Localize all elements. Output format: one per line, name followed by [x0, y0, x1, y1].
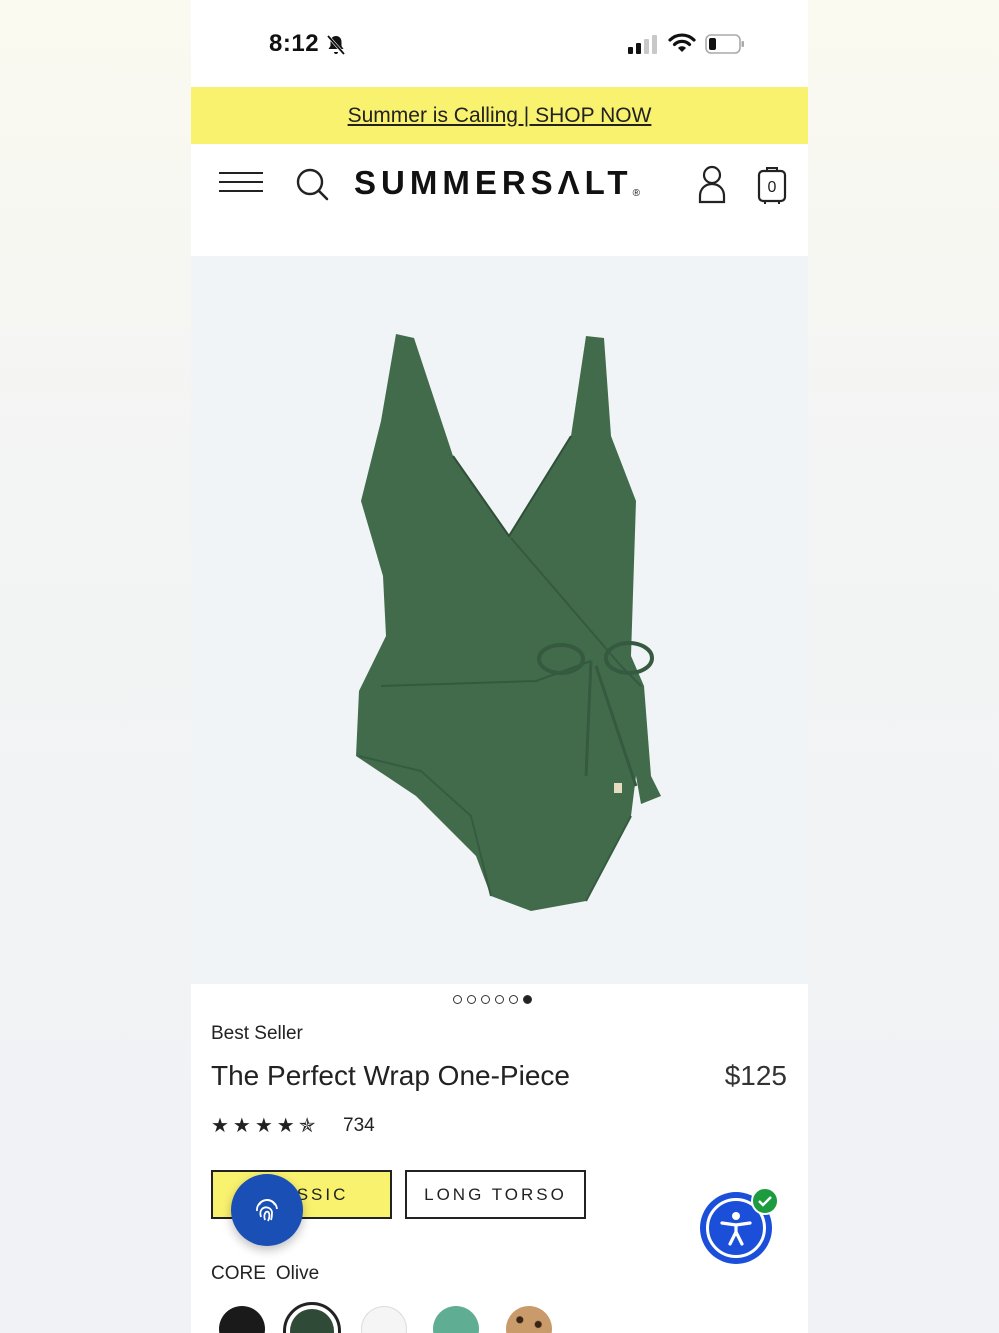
cellular-signal-icon: [628, 35, 657, 54]
rating-stars[interactable]: ★★★★✯: [211, 1113, 319, 1138]
color-collection: CORE: [211, 1263, 266, 1284]
gallery-dots: [453, 995, 532, 1004]
status-bar: 8:12: [191, 0, 808, 87]
promo-link[interactable]: Summer is Calling | SHOP NOW: [348, 104, 652, 128]
gallery-dot[interactable]: [453, 995, 462, 1004]
color-swatch-olive-selected[interactable]: [283, 1302, 341, 1333]
gallery-dot[interactable]: [467, 995, 476, 1004]
product-image[interactable]: [191, 256, 808, 984]
color-swatch-black[interactable]: [219, 1306, 265, 1333]
gallery-dot-active[interactable]: [523, 995, 532, 1004]
cart-count: 0: [768, 179, 777, 196]
search-icon[interactable]: [294, 166, 330, 202]
fit-long-torso-button[interactable]: LONG TORSO: [405, 1170, 586, 1219]
selected-color-name: Olive: [275, 1263, 320, 1284]
color-label: CORE Olive: [211, 1263, 319, 1285]
product-title: The Perfect Wrap One-Piece: [211, 1060, 570, 1091]
check-badge-icon: [751, 1187, 779, 1215]
color-swatch-leopard[interactable]: [506, 1306, 552, 1333]
menu-icon[interactable]: [219, 172, 263, 196]
color-swatch-seafoam[interactable]: [433, 1306, 479, 1333]
site-header: SUMMERSΛLT® 0: [191, 144, 808, 226]
promo-banner[interactable]: Summer is Calling | SHOP NOW: [191, 87, 808, 144]
product-price: $125: [724, 1060, 787, 1091]
gallery-dot[interactable]: [481, 995, 490, 1004]
brand-logo[interactable]: SUMMERSΛLT®: [354, 164, 640, 202]
swimsuit-image: [356, 334, 661, 911]
wifi-icon: [668, 33, 696, 52]
accessibility-icon: [720, 1212, 752, 1246]
gallery-dot[interactable]: [495, 995, 504, 1004]
color-swatch-white[interactable]: [361, 1306, 407, 1333]
battery-icon: [705, 34, 744, 54]
status-time: 8:12: [269, 30, 320, 57]
registered-mark: ®: [632, 188, 640, 199]
fingerprint-icon: [256, 1199, 278, 1222]
account-icon[interactable]: [697, 164, 727, 204]
best-seller-badge: Best Seller: [211, 1023, 303, 1044]
cart-icon[interactable]: 0: [757, 163, 787, 205]
phone-screen: 8:12 Summer is Calling | SHOP NOW SUMMER…: [191, 0, 808, 1333]
fingerprint-button[interactable]: [231, 1174, 303, 1246]
review-count[interactable]: 734: [343, 1115, 375, 1137]
bell-muted-icon: [326, 35, 346, 55]
gallery-dot[interactable]: [509, 995, 518, 1004]
